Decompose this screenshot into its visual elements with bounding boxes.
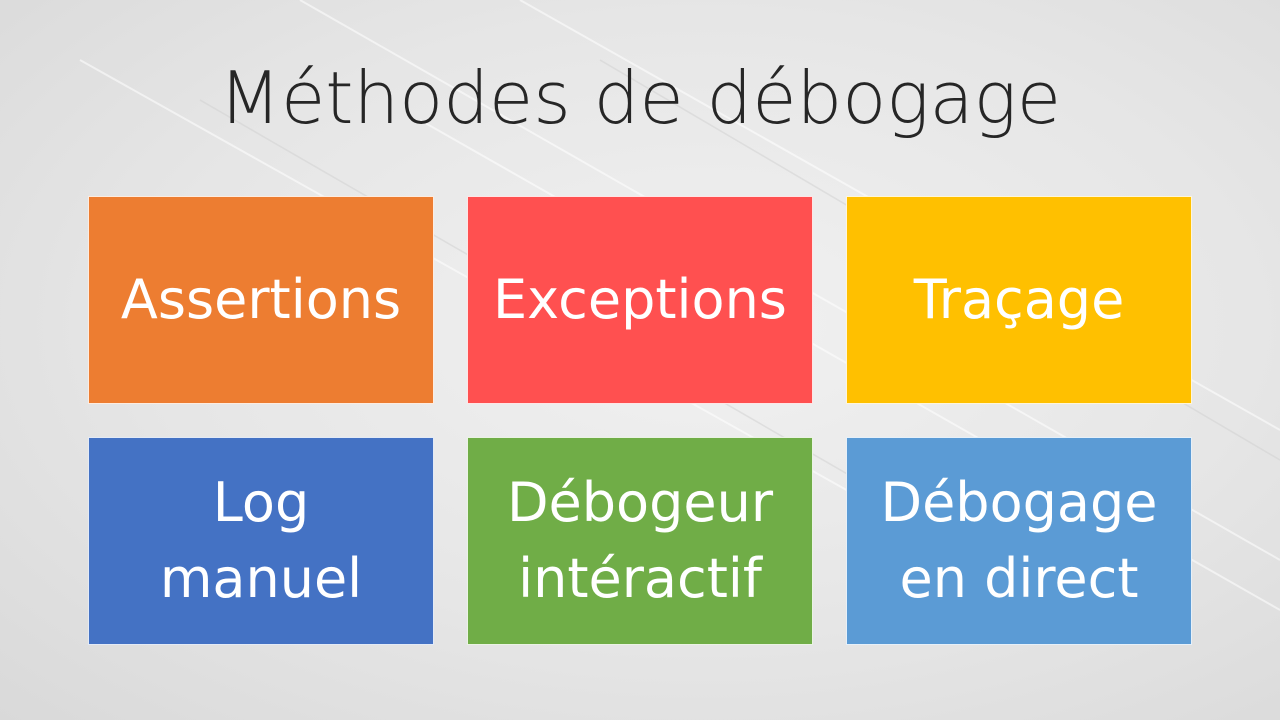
tile-label: Assertions <box>120 268 402 332</box>
tile-assertions[interactable]: Assertions <box>88 196 434 404</box>
methods-grid: Assertions Exceptions Traçage Log manuel… <box>88 196 1193 645</box>
tile-exceptions[interactable]: Exceptions <box>467 196 813 404</box>
tile-label-line1: Log <box>212 471 310 535</box>
tile-label: Traçage <box>913 268 1125 332</box>
tile-label-line2: manuel <box>159 547 363 610</box>
tile-tracage[interactable]: Traçage <box>846 196 1192 404</box>
tile-debogeur-interactif[interactable]: Débogeur intéractif <box>467 437 813 645</box>
tile-label-line2: intéractif <box>518 547 762 610</box>
tile-log-manuel[interactable]: Log manuel <box>88 437 434 645</box>
tile-label-line1: Débogage <box>880 471 1158 535</box>
tile-label: Exceptions <box>493 268 787 332</box>
tile-label-line2: en direct <box>899 547 1139 610</box>
tile-debogage-en-direct[interactable]: Débogage en direct <box>846 437 1192 645</box>
tile-label-line1: Débogeur <box>506 471 774 535</box>
slide-title: Méthodes de débogage <box>218 56 1062 140</box>
